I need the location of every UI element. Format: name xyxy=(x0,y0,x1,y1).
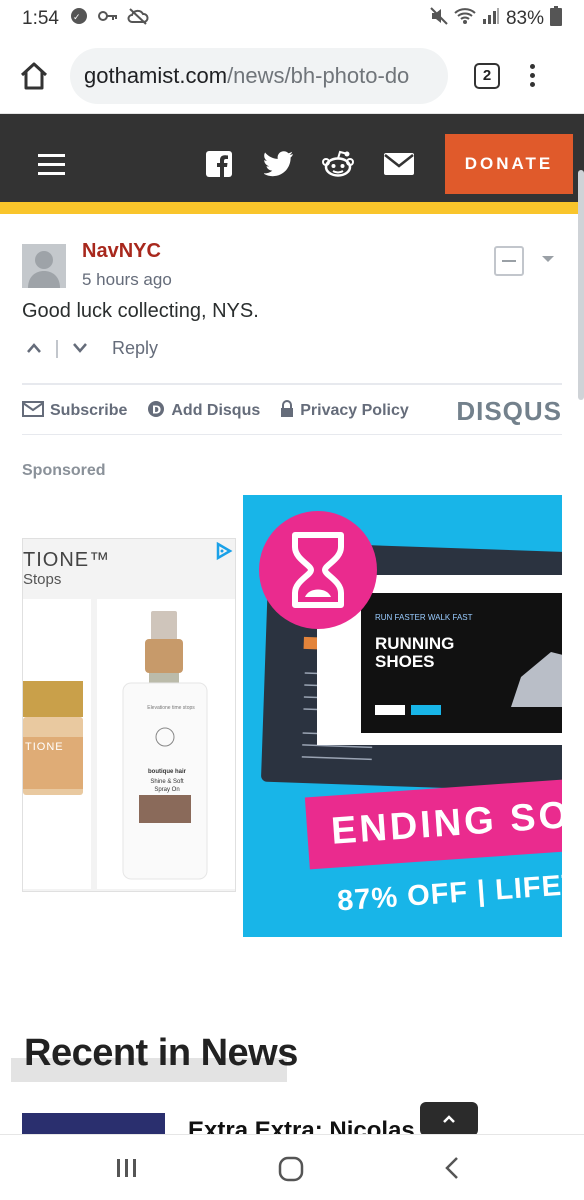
bottle-brand: Elevatione time stops xyxy=(147,705,195,711)
reply-link[interactable]: Reply xyxy=(112,338,158,359)
ad-left[interactable]: TIONE™ Stops TIONE Elevatione time stops… xyxy=(22,538,236,892)
mute-icon xyxy=(430,7,448,31)
hourglass-icon xyxy=(259,511,377,629)
news-thumbnail[interactable] xyxy=(22,1113,165,1135)
more-menu-icon[interactable] xyxy=(530,64,535,87)
section-title: Recent in News xyxy=(24,1032,298,1074)
ad-screen-title-2: SHOES xyxy=(375,652,435,671)
add-disqus-label: Add Disqus xyxy=(171,402,261,419)
status-bar: 1:54 ✓ 83% xyxy=(0,0,584,38)
tab-switcher-button[interactable]: 2 xyxy=(474,62,500,89)
add-disqus-link[interactable]: D Add Disqus xyxy=(147,400,260,423)
upvote-icon[interactable] xyxy=(26,338,42,359)
ad-offer: 87% OFF | LIFET xyxy=(336,868,562,918)
ad-brand: TIONE™ xyxy=(23,549,111,571)
recent-apps-icon[interactable] xyxy=(112,1155,142,1181)
back-icon[interactable] xyxy=(442,1155,462,1181)
downvote-icon[interactable] xyxy=(72,338,88,359)
email-icon[interactable] xyxy=(383,148,415,180)
bottle-label-2: Shine & Soft xyxy=(150,779,184,785)
ad-screen-title: RUNNING SHOES xyxy=(375,635,454,671)
ad-kicker: RUN FASTER WALK FAST xyxy=(375,613,473,622)
donate-button[interactable]: DONATE xyxy=(445,134,573,194)
url-path: /news/bh-photo-do xyxy=(227,62,410,88)
ad-banner: ENDING SO xyxy=(304,776,562,870)
battery-percent: 83% xyxy=(505,8,544,29)
avatar[interactable] xyxy=(22,244,66,288)
svg-text:D: D xyxy=(152,403,161,416)
ad-brand-sub: Stops xyxy=(23,571,62,588)
divider xyxy=(22,434,562,435)
home-icon[interactable] xyxy=(16,58,52,94)
sponsored-label: Sponsored xyxy=(22,462,106,479)
subscribe-label: Subscribe xyxy=(50,402,128,419)
product-bottle: Elevatione time stops boutique hair Shin… xyxy=(97,599,235,889)
bottle-label-1: boutique hair xyxy=(148,769,186,775)
page-scrollbar[interactable] xyxy=(578,170,584,400)
bottle-label-3: Spray On xyxy=(154,787,180,793)
reddit-icon[interactable] xyxy=(322,148,354,180)
status-time: 1:54 xyxy=(22,8,59,29)
chevron-down-icon[interactable] xyxy=(542,256,554,262)
address-bar[interactable]: gothamist.com/news/bh-photo-do xyxy=(70,47,448,104)
comment-actions: Reply xyxy=(26,338,158,359)
system-nav-bar xyxy=(0,1134,584,1200)
url-host: gothamist.com xyxy=(84,62,228,88)
site-header: DONATE xyxy=(0,114,584,214)
vote-divider xyxy=(56,339,58,358)
envelope-icon xyxy=(22,400,44,422)
svg-text:✓: ✓ xyxy=(73,13,81,23)
divider xyxy=(22,383,562,385)
subscribe-link[interactable]: Subscribe xyxy=(22,400,128,422)
lock-icon xyxy=(280,399,294,423)
ad-right[interactable]: RUN FASTER WALK FAST RUNNING SHOES ENDIN… xyxy=(243,495,562,937)
hamburger-menu-icon[interactable] xyxy=(38,154,65,181)
disqus-logo[interactable]: DISQUS xyxy=(456,396,562,427)
signal-icon xyxy=(482,7,500,31)
facebook-icon[interactable] xyxy=(203,148,235,180)
battery-icon xyxy=(550,6,562,32)
twitter-icon[interactable] xyxy=(263,148,295,180)
cloud-off-icon xyxy=(127,7,149,31)
comment-body: Good luck collecting, NYS. xyxy=(22,300,259,322)
adchoices-icon[interactable] xyxy=(213,541,233,566)
vpn-icon: ✓ xyxy=(69,6,89,32)
ad-shoe-card: RUN FASTER WALK FAST RUNNING SHOES xyxy=(361,593,562,733)
home-nav-icon[interactable] xyxy=(277,1155,305,1183)
product-jar: TIONE xyxy=(23,599,91,889)
disqus-d-icon: D xyxy=(147,400,165,423)
wifi-icon xyxy=(454,7,476,31)
ad-screen-title-1: RUNNING xyxy=(375,634,455,653)
jar-label: TIONE xyxy=(25,741,64,753)
key-icon xyxy=(97,8,119,30)
privacy-label: Privacy Policy xyxy=(300,402,409,419)
comment-timestamp[interactable]: 5 hours ago xyxy=(82,270,172,290)
privacy-policy-link[interactable]: Privacy Policy xyxy=(280,399,409,423)
comment-author[interactable]: NavNYC xyxy=(82,240,161,263)
browser-toolbar: gothamist.com/news/bh-photo-do 2 xyxy=(0,38,584,114)
disqus-footer: Subscribe D Add Disqus Privacy Policy DI… xyxy=(22,396,562,427)
scroll-to-top-button[interactable] xyxy=(420,1102,478,1136)
collapse-comment-button[interactable] xyxy=(494,246,524,276)
